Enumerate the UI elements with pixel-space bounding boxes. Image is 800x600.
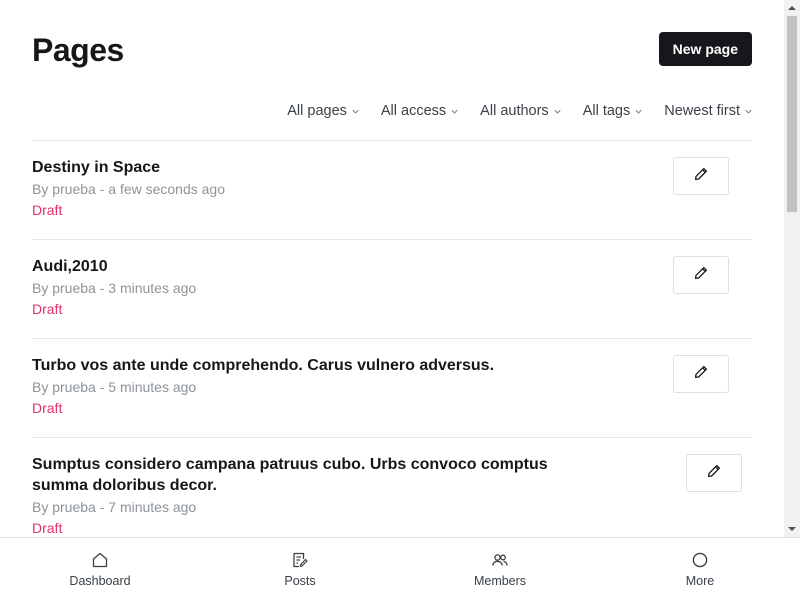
members-icon [491, 551, 509, 569]
edit-button[interactable] [686, 454, 742, 492]
page-row[interactable]: Sumptus considero campana patruus cubo. … [32, 438, 752, 537]
pencil-icon [693, 265, 709, 286]
main-viewport: Pages New page All pages All access All … [0, 0, 784, 537]
pencil-icon [693, 364, 709, 385]
nav-label: Dashboard [69, 574, 131, 588]
page-status: Draft [32, 520, 63, 536]
scroll-down-arrow-icon[interactable] [784, 521, 800, 537]
scrollbar-thumb[interactable] [787, 16, 797, 212]
nav-label: Posts [284, 574, 316, 588]
home-icon [91, 551, 109, 569]
filter-label: All authors [480, 103, 549, 119]
chevron-down-icon [352, 108, 359, 115]
page-header: Pages New page [32, 30, 752, 70]
page-meta: By prueba - a few seconds ago [32, 181, 226, 197]
filter-authors[interactable]: All authors [480, 103, 561, 119]
page-title-text[interactable]: Sumptus considero campana patruus cubo. … [32, 454, 572, 496]
page-row[interactable]: Turbo vos ante unde comprehendo. Carus v… [32, 339, 752, 438]
pages-list: Destiny in Space By prueba - a few secon… [32, 140, 752, 537]
nav-dashboard[interactable]: Dashboard [0, 538, 200, 600]
posts-icon [291, 551, 309, 569]
chevron-down-icon [745, 108, 752, 115]
page-meta: By prueba - 7 minutes ago [32, 499, 197, 515]
filter-label: Newest first [664, 103, 740, 119]
edit-button[interactable] [673, 355, 729, 393]
filter-sort-order[interactable]: Newest first [664, 103, 752, 119]
filter-label: All access [380, 103, 447, 119]
page-row[interactable]: Destiny in Space By prueba - a few secon… [32, 141, 752, 240]
page-status: Draft [32, 202, 63, 218]
page-title-text[interactable]: Turbo vos ante unde comprehendo. Carus v… [32, 355, 494, 376]
page-title: Pages [32, 32, 124, 68]
page-meta: By prueba - 5 minutes ago [32, 379, 197, 395]
nav-posts[interactable]: Posts [200, 538, 400, 600]
page-meta: By prueba - 3 minutes ago [32, 280, 197, 296]
page-row[interactable]: Audi,2010 By prueba - 3 minutes ago Draf… [32, 240, 752, 339]
edit-button[interactable] [673, 256, 729, 294]
filter-pages-type[interactable]: All pages [287, 103, 359, 119]
nav-more[interactable]: More [600, 538, 800, 600]
vertical-scrollbar[interactable] [784, 0, 800, 537]
filter-tags[interactable]: All tags [583, 103, 643, 119]
chevron-down-icon [635, 108, 642, 115]
more-icon [691, 551, 709, 569]
bottom-navigation: Dashboard Posts Members More [0, 537, 800, 600]
page-status: Draft [32, 400, 63, 416]
scroll-up-arrow-icon[interactable] [784, 0, 800, 16]
filter-label: All pages [287, 103, 347, 119]
filter-bar: All pages All access All authors All tag… [265, 100, 752, 122]
filter-label: All tags [582, 103, 631, 119]
chevron-down-icon [451, 108, 458, 115]
page-title-text[interactable]: Destiny in Space [32, 157, 160, 178]
page-title-text[interactable]: Audi,2010 [32, 256, 108, 277]
page-status: Draft [32, 301, 63, 317]
new-page-button[interactable]: New page [658, 32, 752, 66]
filter-access[interactable]: All access [381, 103, 458, 119]
nav-label: Members [473, 574, 527, 588]
nav-label: More [685, 574, 715, 588]
nav-members[interactable]: Members [400, 538, 600, 600]
pencil-icon [706, 463, 722, 484]
edit-button[interactable] [673, 157, 729, 195]
pencil-icon [693, 166, 709, 187]
chevron-down-icon [553, 108, 561, 115]
